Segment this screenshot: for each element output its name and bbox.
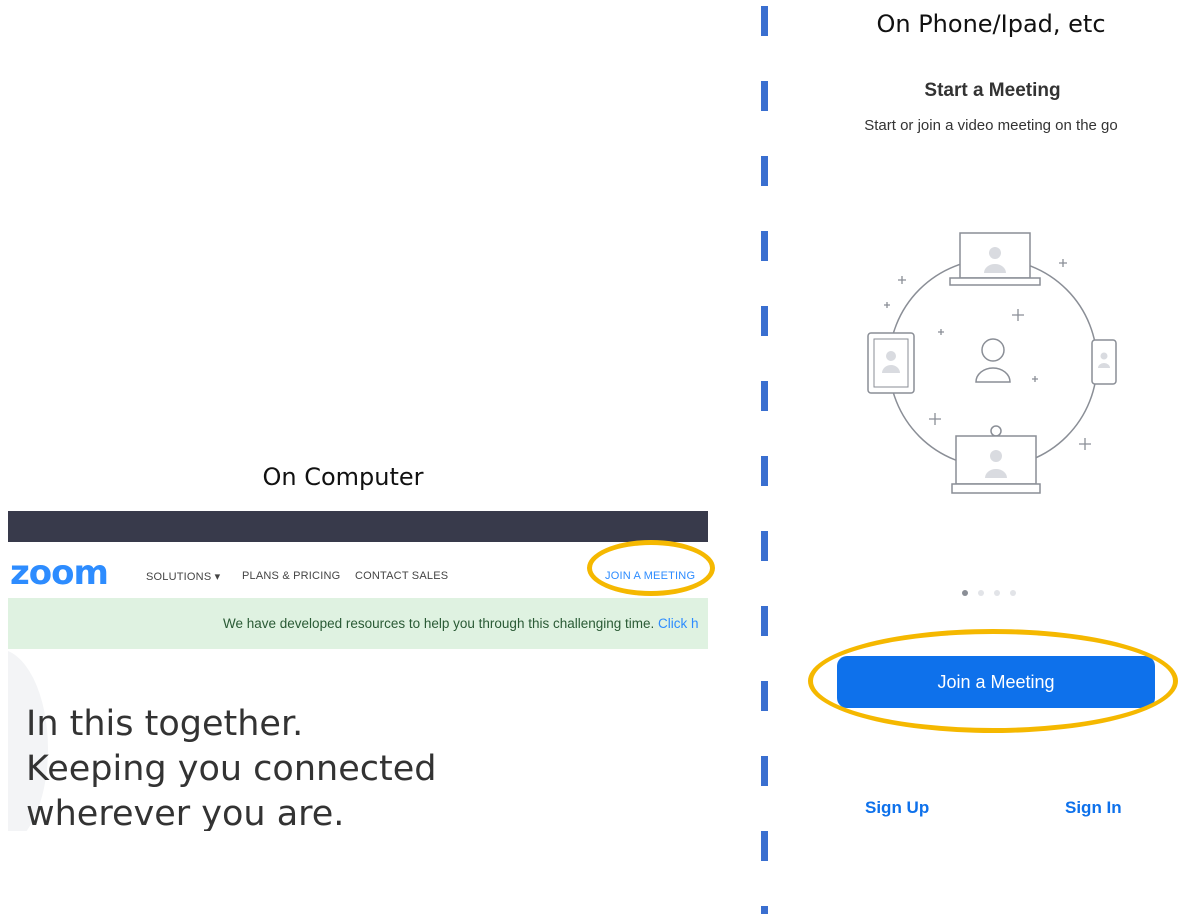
divider-dash: [761, 81, 768, 111]
highlight-oval-join-link: [587, 540, 715, 596]
computer-caption: On Computer: [262, 463, 424, 491]
divider-dash: [761, 531, 768, 561]
divider-dash: [761, 831, 768, 861]
hero-heading-line-1: In this together.: [26, 704, 304, 744]
person-icon: [975, 338, 1011, 383]
divider-dash: [761, 306, 768, 336]
divider-dash: [761, 606, 768, 636]
phone-caption: On Phone/Ipad, etc: [876, 10, 1106, 38]
divider-dash: [761, 231, 768, 261]
hero-heading-line-3: wherever you are.: [26, 794, 345, 831]
nav-plans-pricing-link[interactable]: PLANS & PRICING: [242, 570, 340, 582]
nav-contact-sales-link[interactable]: CONTACT SALES: [355, 570, 448, 582]
pagination-dots[interactable]: [962, 588, 1032, 598]
highlight-oval-join-button: [808, 629, 1178, 733]
phone-icon: [1091, 339, 1117, 385]
divider-dash: [761, 906, 768, 914]
pagination-dot[interactable]: [994, 590, 1000, 596]
browser-top-bar: [8, 511, 708, 542]
hero-section: In this together. Keeping you connected …: [8, 649, 708, 831]
divider-dash: [761, 756, 768, 786]
zoom-logo[interactable]: zoom: [10, 556, 109, 590]
banner-message: We have developed resources to help you …: [223, 616, 655, 631]
divider-dash: [761, 456, 768, 486]
hero-heading-line-2: Keeping you connected: [26, 749, 437, 789]
divider-dash: [761, 381, 768, 411]
pagination-dot[interactable]: [962, 590, 968, 596]
pagination-dot[interactable]: [1010, 590, 1016, 596]
divider-dash: [761, 156, 768, 186]
nav-solutions-menu[interactable]: SOLUTIONS ▾: [146, 570, 220, 583]
sign-up-link[interactable]: Sign Up: [865, 798, 929, 818]
room-system-icon: [951, 425, 1041, 494]
sign-in-link[interactable]: Sign In: [1065, 798, 1122, 818]
tablet-icon: [867, 332, 915, 394]
divider-dash: [761, 6, 768, 36]
divider-dash: [761, 681, 768, 711]
banner-link[interactable]: Click h: [658, 616, 699, 631]
meeting-devices-illustration: [867, 232, 1117, 494]
pagination-dot[interactable]: [978, 590, 984, 596]
phone-subtitle: Start or join a video meeting on the go: [864, 117, 1118, 134]
resources-banner: We have developed resources to help you …: [8, 598, 708, 649]
laptop-icon: [949, 232, 1041, 286]
phone-title: Start a Meeting: [924, 80, 1061, 101]
banner-text-wrap: We have developed resources to help you …: [223, 616, 699, 631]
